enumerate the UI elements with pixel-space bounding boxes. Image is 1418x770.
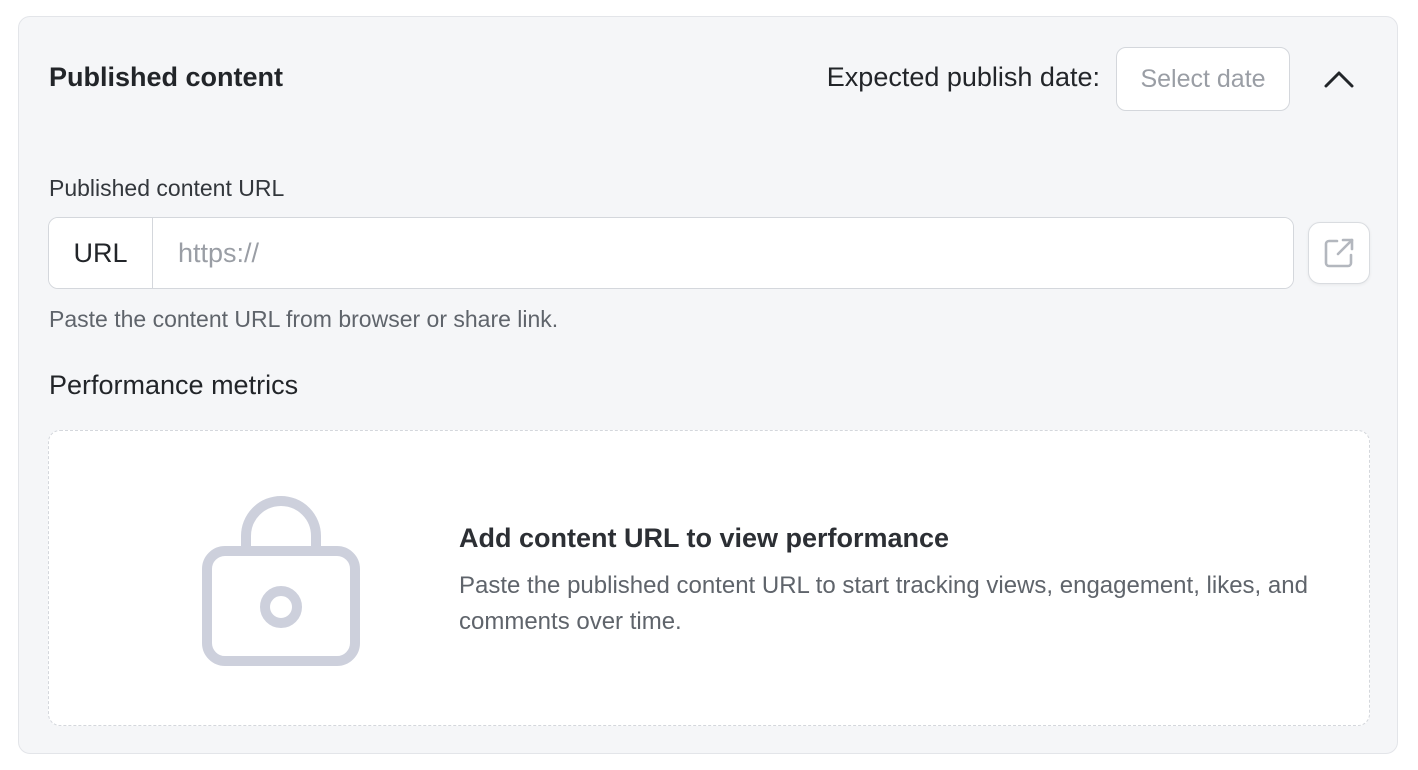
collapse-button[interactable] — [1317, 57, 1361, 101]
metrics-empty-state: Add content URL to view performance Past… — [48, 430, 1370, 726]
open-url-button[interactable] — [1308, 222, 1370, 284]
empty-state-description: Paste the published content URL to start… — [459, 572, 1308, 635]
card-title: Published content — [49, 62, 284, 92]
url-input[interactable] — [153, 218, 1293, 288]
empty-state-title: Add content URL to view performance — [459, 523, 950, 553]
publish-date-label: Expected publish date: — [826, 62, 1100, 92]
url-prefix: URL — [49, 218, 153, 288]
chevron-up-icon — [1324, 71, 1354, 88]
select-date-button[interactable]: Select date — [1116, 47, 1290, 111]
external-link-icon — [1324, 238, 1354, 268]
published-content-card: Published content Expected publish date:… — [18, 16, 1398, 754]
lock-icon — [202, 496, 360, 666]
url-helper-text: Paste the content URL from browser or sh… — [49, 306, 559, 332]
url-field-label: Published content URL — [49, 175, 285, 201]
performance-metrics-title: Performance metrics — [49, 370, 299, 400]
url-input-group: URL — [48, 217, 1294, 289]
